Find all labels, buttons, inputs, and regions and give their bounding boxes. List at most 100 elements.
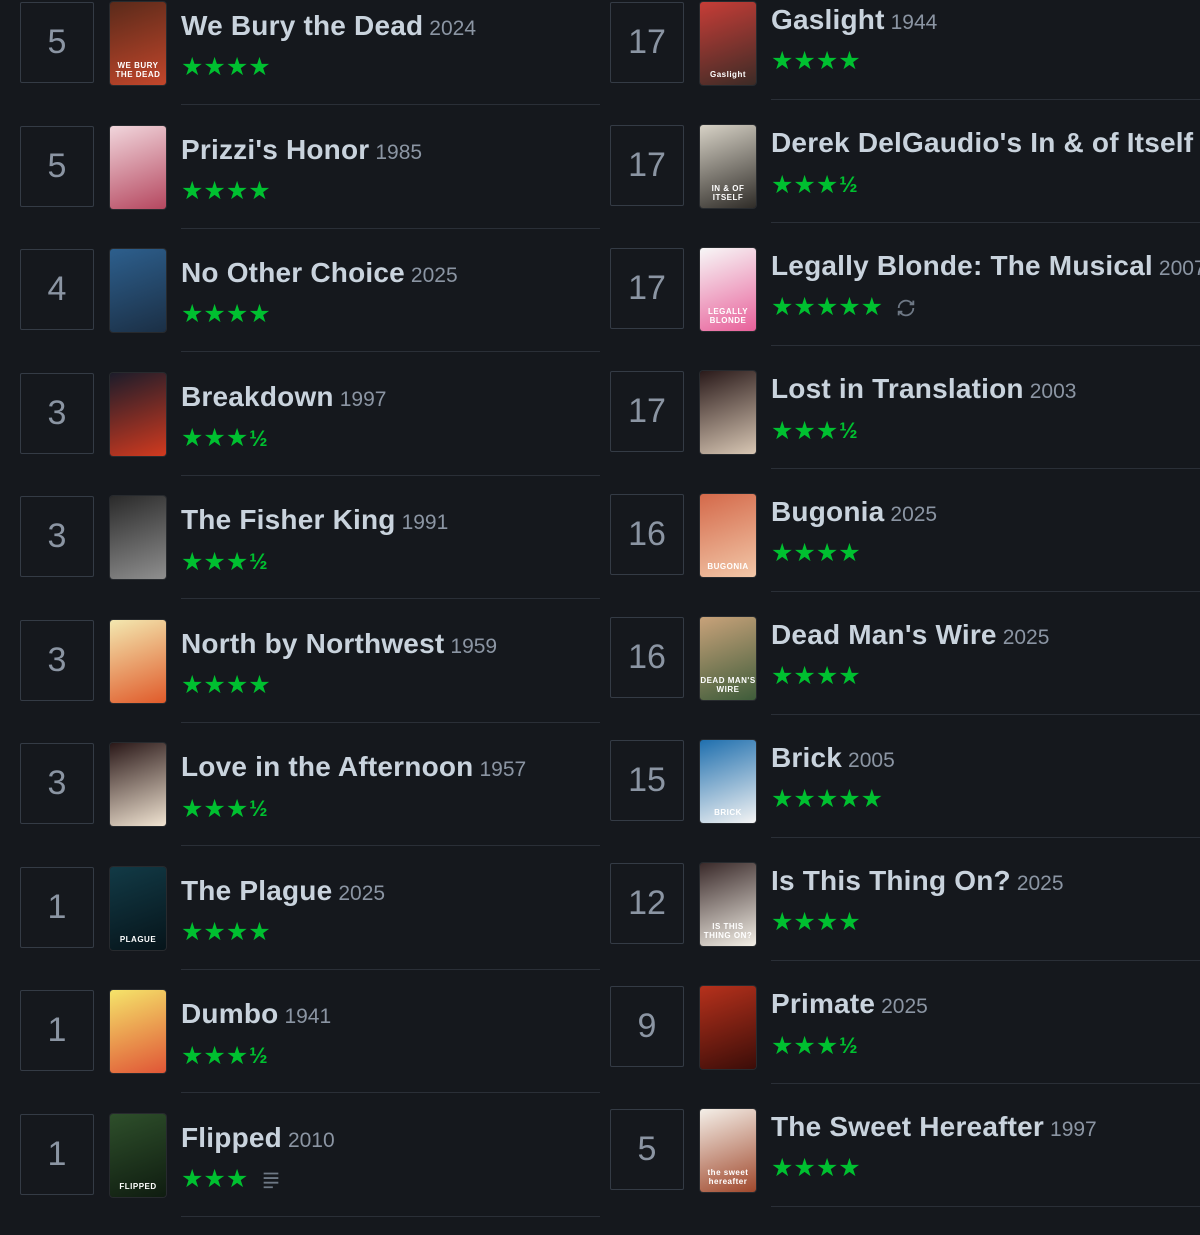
film-title-line[interactable]: The Plague 2025 xyxy=(181,875,385,907)
film-year[interactable]: 1991 xyxy=(402,511,449,534)
film-title[interactable]: No Other Choice xyxy=(181,257,405,288)
film-year[interactable]: 2025 xyxy=(411,264,458,287)
film-title[interactable]: Primate xyxy=(771,988,875,1019)
film-title-line[interactable]: Is This Thing On? 2025 xyxy=(771,865,1064,897)
film-row[interactable]: 9 Primate 2025 ★★★ ½ xyxy=(600,984,1200,1107)
film-poster[interactable]: IS THIS THING ON? xyxy=(700,863,756,946)
film-title[interactable]: Love in the Afternoon xyxy=(181,751,474,782)
film-row[interactable]: 17 Gaslight Gaslight 1944 ★★★★ xyxy=(600,0,1200,123)
film-poster[interactable]: Gaslight xyxy=(700,2,756,85)
film-title[interactable]: The Sweet Hereafter xyxy=(771,1111,1044,1142)
film-title-line[interactable]: The Sweet Hereafter 1997 xyxy=(771,1111,1097,1143)
film-poster[interactable] xyxy=(110,743,166,826)
film-title-line[interactable]: Prizzi's Honor 1985 xyxy=(181,134,422,166)
film-poster[interactable]: LEGALLY BLONDE xyxy=(700,248,756,331)
film-row[interactable]: 5 WE BURY THE DEAD We Bury the Dead 2024 ★★★… xyxy=(0,0,600,123)
film-title-line[interactable]: The Fisher King 1991 xyxy=(181,504,448,536)
film-title[interactable]: Dead Man's Wire xyxy=(771,619,997,650)
film-row[interactable]: 4 No Other Choice 2025 ★★★★ xyxy=(0,247,600,370)
film-title-line[interactable]: Derek DelGaudio's In & of Itself xyxy=(771,127,1193,159)
film-title-line[interactable]: Love in the Afternoon 1957 xyxy=(181,751,526,783)
film-title-line[interactable]: Legally Blonde: The Musical 2007 xyxy=(771,250,1200,282)
film-year[interactable]: 2025 xyxy=(338,882,385,905)
film-year[interactable]: 2025 xyxy=(1003,626,1050,649)
film-year[interactable]: 2025 xyxy=(1017,872,1064,895)
film-row[interactable]: 12 IS THIS THING ON? Is This Thing On? 2025… xyxy=(600,861,1200,984)
film-poster[interactable]: FLIPPED xyxy=(110,1113,166,1197)
film-row[interactable]: 16 BUGONIA Bugonia 2025 ★★★★ xyxy=(600,492,1200,615)
film-year[interactable]: 2010 xyxy=(288,1129,335,1152)
film-poster[interactable] xyxy=(110,125,166,209)
film-poster[interactable]: the sweet hereafter xyxy=(700,1109,756,1192)
film-title[interactable]: Brick xyxy=(771,742,842,773)
row-divider xyxy=(771,714,1200,715)
film-title[interactable]: Prizzi's Honor xyxy=(181,134,369,165)
film-title[interactable]: North by Northwest xyxy=(181,628,444,659)
film-year[interactable]: 1944 xyxy=(891,11,938,34)
film-row[interactable]: 17 LEGALLY BLONDE Legally Blonde: The Musi… xyxy=(600,246,1200,369)
film-row[interactable]: 3 The Fisher King 1991 ★★★ ½ xyxy=(0,494,600,617)
film-poster[interactable]: BRICK xyxy=(700,740,756,823)
film-title-line[interactable]: No Other Choice 2025 xyxy=(181,257,458,289)
film-poster[interactable]: BUGONIA xyxy=(700,494,756,577)
film-row[interactable]: 5 the sweet hereafter The Sweet Hereafter 1… xyxy=(600,1107,1200,1230)
film-year[interactable]: 1959 xyxy=(450,635,497,658)
film-poster[interactable] xyxy=(110,372,166,456)
film-year[interactable]: 1985 xyxy=(375,141,422,164)
film-poster[interactable] xyxy=(110,496,166,579)
film-title[interactable]: Dumbo xyxy=(181,998,278,1029)
film-year[interactable]: 1957 xyxy=(480,758,527,781)
film-poster[interactable] xyxy=(110,990,166,1073)
film-poster[interactable] xyxy=(110,619,166,703)
film-year[interactable]: 2024 xyxy=(429,17,476,40)
film-title[interactable]: Breakdown xyxy=(181,381,334,412)
film-year[interactable]: 1941 xyxy=(284,1005,331,1028)
film-title[interactable]: Lost in Translation xyxy=(771,373,1024,404)
film-row[interactable]: 5 Prizzi's Honor 1985 ★★★★ xyxy=(0,124,600,247)
film-title-line[interactable]: Brick 2005 xyxy=(771,742,895,774)
film-poster[interactable] xyxy=(700,986,756,1069)
film-title[interactable]: Bugonia xyxy=(771,496,884,527)
film-year[interactable]: 1997 xyxy=(340,388,387,411)
film-title[interactable]: The Plague xyxy=(181,875,332,906)
film-row[interactable]: 1 PLAGUE The Plague 2025 ★★★★ xyxy=(0,865,600,988)
film-row[interactable]: 17 IN & OF ITSELF Derek DelGaudio's In & o… xyxy=(600,123,1200,246)
film-row[interactable]: 15 BRICK Brick 2005 ★★★★★ xyxy=(600,738,1200,861)
film-year[interactable]: 2005 xyxy=(848,749,895,772)
film-poster[interactable]: PLAGUE xyxy=(110,866,166,950)
film-title-line[interactable]: Dumbo 1941 xyxy=(181,998,331,1030)
film-title-line[interactable]: North by Northwest 1959 xyxy=(181,628,497,660)
film-row[interactable]: 1 Dumbo 1941 ★★★ ½ xyxy=(0,988,600,1111)
film-title-line[interactable]: Lost in Translation 2003 xyxy=(771,373,1076,405)
film-title-line[interactable]: Breakdown 1997 xyxy=(181,381,386,413)
film-poster[interactable]: DEAD MAN'S WIRE xyxy=(700,617,756,700)
film-title-line[interactable]: Gaslight 1944 xyxy=(771,4,937,36)
film-title[interactable]: The Fisher King xyxy=(181,504,396,535)
film-year[interactable]: 2025 xyxy=(890,503,937,526)
film-title[interactable]: Is This Thing On? xyxy=(771,865,1011,896)
film-row[interactable]: 1 FLIPPED Flipped 2010 ★★★ xyxy=(0,1112,600,1235)
film-row[interactable]: 17 Lost in Translation 2003 ★★★ ½ xyxy=(600,369,1200,492)
film-title-line[interactable]: Primate 2025 xyxy=(771,988,928,1020)
film-poster[interactable]: IN & OF ITSELF xyxy=(700,125,756,208)
film-title[interactable]: Flipped xyxy=(181,1122,282,1153)
film-title-line[interactable]: We Bury the Dead 2024 xyxy=(181,10,476,42)
film-year[interactable]: 2007 xyxy=(1159,257,1200,280)
film-row[interactable]: 3 Love in the Afternoon 1957 ★★★ ½ xyxy=(0,741,600,864)
film-row[interactable]: 3 North by Northwest 1959 ★★★★ xyxy=(0,618,600,741)
film-year[interactable]: 2025 xyxy=(881,995,928,1018)
film-title-line[interactable]: Flipped 2010 xyxy=(181,1122,335,1154)
film-row[interactable]: 16 DEAD MAN'S WIRE Dead Man's Wire 2025 ★★★★ xyxy=(600,615,1200,738)
film-poster[interactable] xyxy=(700,371,756,454)
film-row[interactable]: 3 Breakdown 1997 ★★★ ½ xyxy=(0,371,600,494)
film-year[interactable]: 2003 xyxy=(1030,380,1077,403)
film-title[interactable]: Derek DelGaudio's In & of Itself xyxy=(771,127,1193,158)
film-year[interactable]: 1997 xyxy=(1050,1118,1097,1141)
film-poster[interactable] xyxy=(110,249,166,332)
film-title-line[interactable]: Bugonia 2025 xyxy=(771,496,937,528)
film-title[interactable]: Gaslight xyxy=(771,4,885,35)
film-title-line[interactable]: Dead Man's Wire 2025 xyxy=(771,619,1049,651)
film-title[interactable]: Legally Blonde: The Musical xyxy=(771,250,1153,281)
film-poster[interactable]: WE BURY THE DEAD xyxy=(110,2,166,85)
film-title[interactable]: We Bury the Dead xyxy=(181,10,423,41)
